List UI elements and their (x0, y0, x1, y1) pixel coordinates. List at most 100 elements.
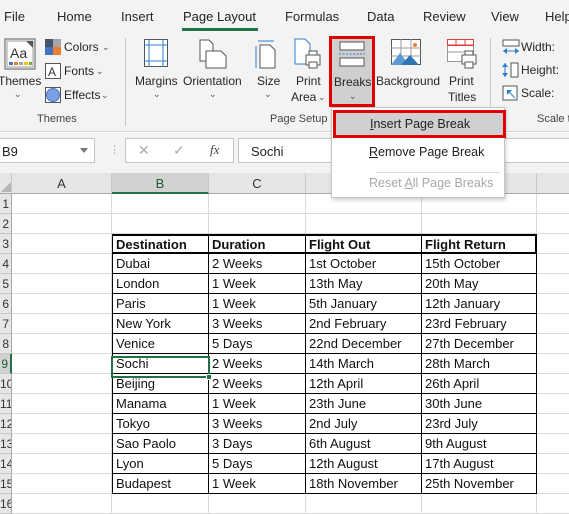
cell-d2[interactable] (306, 214, 422, 234)
cell-a14[interactable] (12, 454, 112, 474)
table-cell[interactable]: 2 Weeks (209, 354, 306, 374)
cell-c16[interactable] (209, 494, 306, 514)
table-cell[interactable]: Beijing (112, 374, 209, 394)
row-header-10[interactable]: 10 (0, 374, 12, 394)
table-cell[interactable]: 1 Week (209, 474, 306, 494)
cell-f11[interactable] (537, 394, 569, 414)
table-cell[interactable]: 5th January (306, 294, 422, 314)
select-all-button[interactable] (0, 173, 12, 194)
cell-f6[interactable] (537, 294, 569, 314)
table-cell[interactable]: 30th June (422, 394, 537, 414)
cell-f15[interactable] (537, 474, 569, 494)
name-box[interactable]: B9 (0, 138, 95, 163)
table-cell[interactable]: Dubai (112, 254, 209, 274)
table-cell[interactable]: Budapest (112, 474, 209, 494)
table-cell[interactable]: Paris (112, 294, 209, 314)
column-header-a[interactable]: A (12, 173, 112, 194)
cell-f3[interactable] (537, 234, 569, 254)
tab-data[interactable]: Data (367, 9, 394, 24)
cell-a6[interactable] (12, 294, 112, 314)
row-header-1[interactable]: 1 (0, 194, 12, 214)
table-cell[interactable]: 28th March (422, 354, 537, 374)
cell-f2[interactable] (537, 214, 569, 234)
cell-a9[interactable] (12, 354, 112, 374)
tab-insert[interactable]: Insert (121, 9, 154, 24)
table-cell[interactable]: 3 Days (209, 434, 306, 454)
table-cell[interactable]: 18th November (306, 474, 422, 494)
cell-a13[interactable] (12, 434, 112, 454)
tab-page-layout[interactable]: Page Layout (183, 9, 256, 24)
table-cell[interactable]: 20th May (422, 274, 537, 294)
tab-help[interactable]: Help (545, 9, 569, 24)
row-header-4[interactable]: 4 (0, 254, 12, 274)
table-cell[interactable]: 25th November (422, 474, 537, 494)
cell-b16[interactable] (112, 494, 209, 514)
cell-f8[interactable] (537, 334, 569, 354)
cell-d16[interactable] (306, 494, 422, 514)
row-header-5[interactable]: 5 (0, 274, 12, 294)
fill-handle[interactable] (206, 374, 212, 380)
table-cell[interactable]: Manama (112, 394, 209, 414)
table-cell[interactable]: 17th August (422, 454, 537, 474)
row-header-15[interactable]: 15 (0, 474, 12, 494)
table-cell[interactable]: New York (112, 314, 209, 334)
tab-formulas[interactable]: Formulas (285, 9, 339, 24)
table-cell[interactable]: 1 Week (209, 294, 306, 314)
table-cell[interactable]: 2nd February (306, 314, 422, 334)
cell-b2[interactable] (112, 214, 209, 234)
cell-f12[interactable] (537, 414, 569, 434)
row-header-7[interactable]: 7 (0, 314, 12, 334)
cell-a12[interactable] (12, 414, 112, 434)
table-cell[interactable]: 23rd July (422, 414, 537, 434)
insert-function-icon[interactable]: fx (210, 142, 219, 158)
table-cell[interactable]: 23th June (306, 394, 422, 414)
table-cell[interactable]: 15th October (422, 254, 537, 274)
cell-f14[interactable] (537, 454, 569, 474)
menu-item-insert-page-break[interactable]: Insert Page Break (333, 110, 506, 138)
cell-f16[interactable] (537, 494, 569, 514)
cell-a16[interactable] (12, 494, 112, 514)
row-header-13[interactable]: 13 (0, 434, 12, 454)
column-header-b[interactable]: B (112, 173, 209, 194)
table-cell[interactable]: 9th August (422, 434, 537, 454)
cell-a11[interactable] (12, 394, 112, 414)
table-cell[interactable]: 12th January (422, 294, 537, 314)
row-header-11[interactable]: 11 (0, 394, 12, 414)
table-cell[interactable]: Venice (112, 334, 209, 354)
row-header-16[interactable]: 16 (0, 494, 12, 514)
table-cell[interactable]: 13th May (306, 274, 422, 294)
table-cell[interactable]: 27th December (422, 334, 537, 354)
cell-f7[interactable] (537, 314, 569, 334)
table-cell[interactable]: 2nd July (306, 414, 422, 434)
menu-item-remove-page-break[interactable]: Remove Page Break (332, 139, 504, 166)
table-cell[interactable]: 12th April (306, 374, 422, 394)
table-cell[interactable]: Sochi (112, 354, 209, 374)
chevron-down-icon[interactable] (80, 148, 88, 153)
table-cell[interactable]: London (112, 274, 209, 294)
row-header-3[interactable]: 3 (0, 234, 12, 254)
column-header-f[interactable]: F (537, 173, 569, 194)
table-cell[interactable]: 2 Weeks (209, 254, 306, 274)
cell-f13[interactable] (537, 434, 569, 454)
row-header-12[interactable]: 12 (0, 414, 12, 434)
table-cell[interactable]: 2 Weeks (209, 374, 306, 394)
cell-f9[interactable] (537, 354, 569, 374)
table-cell[interactable]: 12th August (306, 454, 422, 474)
table-cell[interactable]: 1st October (306, 254, 422, 274)
table-cell[interactable]: 5 Days (209, 334, 306, 354)
column-header-c[interactable]: C (209, 173, 306, 194)
table-cell[interactable]: 26th April (422, 374, 537, 394)
table-cell[interactable]: Sao Paolo (112, 434, 209, 454)
table-cell[interactable]: 23rd February (422, 314, 537, 334)
table-cell[interactable]: 3 Weeks (209, 414, 306, 434)
row-header-14[interactable]: 14 (0, 454, 12, 474)
table-cell[interactable]: 3 Weeks (209, 314, 306, 334)
drag-handle-icon[interactable]: ⋮ (109, 143, 120, 156)
cell-a1[interactable] (12, 194, 112, 214)
row-header-8[interactable]: 8 (0, 334, 12, 354)
cell-a15[interactable] (12, 474, 112, 494)
cell-a3[interactable] (12, 234, 112, 254)
table-header-cell[interactable]: Destination (112, 234, 209, 254)
cell-f10[interactable] (537, 374, 569, 394)
cell-a10[interactable] (12, 374, 112, 394)
